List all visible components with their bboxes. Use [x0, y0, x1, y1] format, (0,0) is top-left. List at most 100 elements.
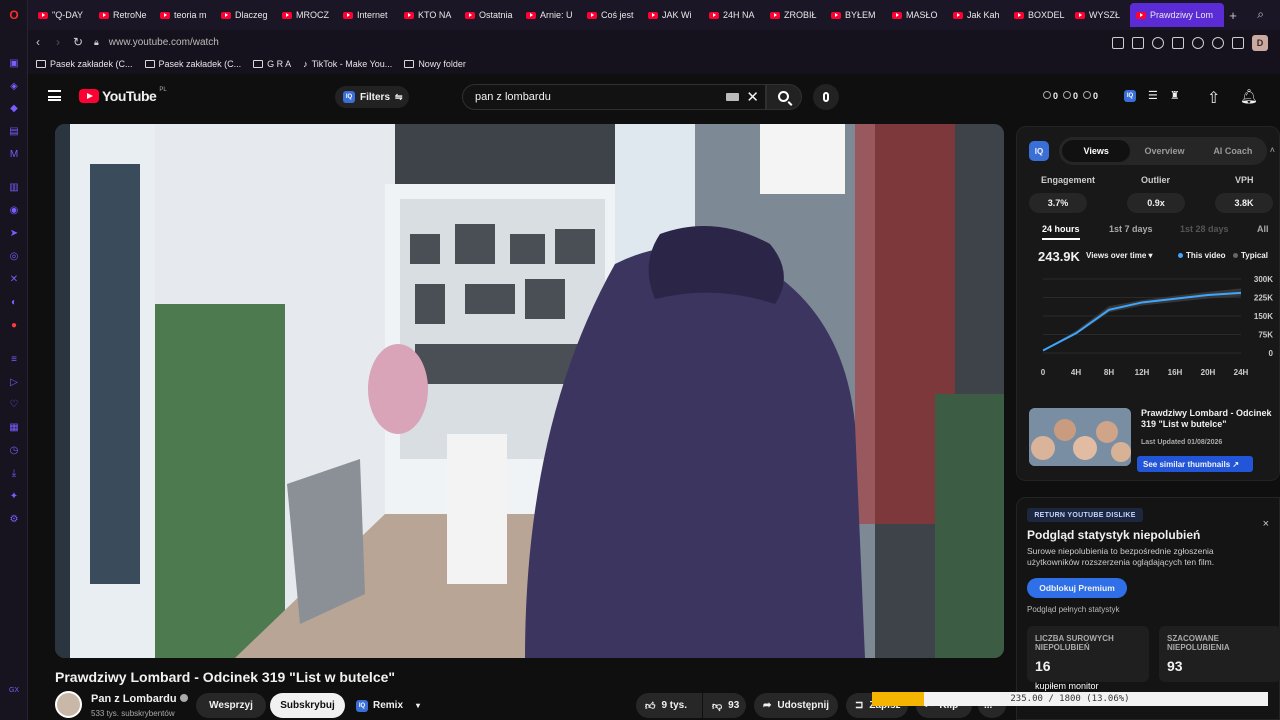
- tab-overview[interactable]: Overview: [1130, 146, 1198, 156]
- telegram-icon[interactable]: ➤: [7, 226, 21, 240]
- similar-thumbnails-button[interactable]: See similar thumbnails ↗: [1137, 456, 1253, 472]
- browser-tab[interactable]: Prawdziwy Lom: [1130, 3, 1224, 27]
- browser-tab[interactable]: Arnie: U: [520, 3, 581, 27]
- shield-icon[interactable]: [1152, 37, 1164, 49]
- browser-tab[interactable]: BOXDEL: [1008, 3, 1069, 27]
- video-player[interactable]: [55, 124, 1004, 658]
- voice-search-button[interactable]: [813, 84, 839, 110]
- video-frame: [55, 124, 1004, 658]
- channel-avatar[interactable]: [55, 691, 82, 718]
- sidebar-app-icon[interactable]: ●: [7, 318, 21, 332]
- browser-tab[interactable]: Jak Kah: [947, 3, 1008, 27]
- reload-button[interactable]: ↻: [68, 35, 88, 49]
- channel-name[interactable]: Pan z Lombardu: [91, 693, 188, 705]
- trophy-icon[interactable]: ♜: [1170, 89, 1180, 102]
- url-field[interactable]: www.youtube.com/watch: [109, 37, 219, 48]
- browser-tab[interactable]: Internet: [337, 3, 398, 27]
- forward-button[interactable]: ›: [48, 35, 68, 49]
- vidiq-icon: IQ: [356, 699, 368, 712]
- browser-tab[interactable]: WYSZŁ: [1069, 3, 1130, 27]
- tab-first-7-days[interactable]: 1st 7 days: [1109, 224, 1153, 234]
- browser-tab[interactable]: 24H NA: [703, 3, 764, 27]
- search-button[interactable]: [766, 84, 802, 110]
- like-button[interactable]: 👍︎ 9 tys.: [636, 693, 702, 718]
- video-thumbnail[interactable]: [1029, 408, 1131, 466]
- list-icon[interactable]: ☰: [1148, 89, 1158, 102]
- notifications-icon[interactable]: 🔔︎: [1240, 88, 1258, 105]
- youtube-favicon-icon: [282, 11, 292, 19]
- settings-icon[interactable]: ⚙: [7, 512, 21, 526]
- close-icon[interactable]: ×: [1263, 518, 1269, 530]
- browser-tab[interactable]: MASŁO: [886, 3, 947, 27]
- twitch-icon[interactable]: ▥: [7, 180, 21, 194]
- tab-all[interactable]: All: [1257, 224, 1269, 234]
- back-button[interactable]: ‹: [28, 35, 48, 49]
- browser-tab[interactable]: ZROBIŁ: [764, 3, 825, 27]
- vidiq-icon[interactable]: IQ: [1124, 89, 1136, 102]
- browser-tab[interactable]: teoria m: [154, 3, 215, 27]
- bookmark-item[interactable]: G R A: [253, 59, 291, 69]
- browser-tab[interactable]: BYŁEM: [825, 3, 886, 27]
- play-icon[interactable]: [1192, 37, 1204, 49]
- menu-icon[interactable]: [48, 90, 61, 101]
- tab-ai-coach[interactable]: AI Coach: [1199, 146, 1267, 156]
- browser-tab[interactable]: JAK Wi: [642, 3, 703, 27]
- instagram-icon[interactable]: ◎: [7, 249, 21, 263]
- browser-tab[interactable]: KTO NA: [398, 3, 459, 27]
- upload-icon[interactable]: ⇧: [1207, 88, 1220, 108]
- sidebar-app-icon[interactable]: ◆: [7, 101, 21, 115]
- extension-icon[interactable]: [1172, 37, 1184, 49]
- snapshot-icon[interactable]: [1132, 37, 1144, 49]
- subscribe-button[interactable]: Subskrybuj: [270, 693, 345, 718]
- keyboard-icon[interactable]: [726, 93, 739, 101]
- new-tab-button[interactable]: +: [1224, 8, 1242, 23]
- x-twitter-icon[interactable]: ✕: [7, 272, 21, 286]
- bookmark-item[interactable]: ♪ TikTok - Make You...: [303, 59, 392, 69]
- puzzle-icon[interactable]: [1232, 37, 1244, 49]
- browser-tab[interactable]: Ostatnia: [459, 3, 520, 27]
- views-over-time-dropdown[interactable]: Views over time ▾: [1086, 251, 1153, 260]
- messenger-icon[interactable]: ◉: [7, 203, 21, 217]
- tab-search-icon[interactable]: ⌕: [1257, 7, 1264, 22]
- lock-icon[interactable]: 🔒︎: [94, 37, 99, 48]
- opera-logo-icon[interactable]: O: [7, 8, 21, 22]
- heart-icon[interactable]: ♡: [7, 397, 21, 411]
- filters-button[interactable]: IQ Filters ⇋: [335, 86, 409, 108]
- sidebar-app-icon[interactable]: ▤: [7, 124, 21, 138]
- browser-tab[interactable]: RetroNe: [93, 3, 154, 27]
- download-icon[interactable]: ⤓: [7, 466, 21, 480]
- full-stats-link[interactable]: Podgląd pełnych statystyk: [1027, 605, 1120, 614]
- discord-icon[interactable]: ◐: [7, 295, 21, 309]
- heart-icon[interactable]: [1212, 37, 1224, 49]
- bookmark-item[interactable]: Pasek zakładek (C...: [36, 59, 133, 69]
- browser-tab[interactable]: "Q-DAY: [32, 3, 93, 27]
- browser-tab[interactable]: MROCZ: [276, 3, 337, 27]
- player-icon[interactable]: ▷: [7, 375, 21, 389]
- clear-search-icon[interactable]: ✕: [746, 88, 759, 106]
- dislike-button[interactable]: 👎︎ 93: [703, 693, 746, 718]
- extensions-icon[interactable]: ✦: [7, 489, 21, 503]
- sidebar-app-icon[interactable]: ▣: [7, 56, 21, 70]
- unlock-premium-button[interactable]: Odblokuj Premium: [1027, 578, 1127, 598]
- sidebar-app-icon[interactable]: ▦: [7, 420, 21, 434]
- sidebar-app-icon[interactable]: M: [7, 147, 21, 161]
- support-button[interactable]: Wesprzyj: [196, 693, 266, 718]
- history-icon[interactable]: ◷: [7, 443, 21, 457]
- bookmark-icon[interactable]: [1112, 37, 1124, 49]
- bookmark-item[interactable]: Pasek zakładek (C...: [144, 59, 241, 69]
- tab-first-28-days[interactable]: 1st 28 days: [1180, 224, 1229, 234]
- remix-button[interactable]: IQ Remix ▾: [350, 693, 425, 718]
- tab-24-hours[interactable]: 24 hours: [1042, 224, 1080, 240]
- browser-tab[interactable]: Dlaczeg: [215, 3, 276, 27]
- sidebar-app-icon[interactable]: ≡: [7, 352, 21, 366]
- browser-tab[interactable]: Coś jest: [581, 3, 642, 27]
- youtube-logo[interactable]: YouTube PL: [79, 87, 167, 104]
- share-button[interactable]: ➦ Udostępnij: [754, 693, 838, 718]
- gx-icon[interactable]: GX: [7, 683, 21, 697]
- bookmark-item[interactable]: Nowy folder: [404, 59, 466, 69]
- tab-views[interactable]: Views: [1062, 140, 1131, 162]
- collapse-icon[interactable]: ˄: [1270, 145, 1275, 155]
- search-input[interactable]: pan z lombardu ✕: [462, 84, 766, 110]
- sidebar-app-icon[interactable]: ◈: [7, 79, 21, 93]
- profile-avatar[interactable]: D: [1252, 35, 1268, 51]
